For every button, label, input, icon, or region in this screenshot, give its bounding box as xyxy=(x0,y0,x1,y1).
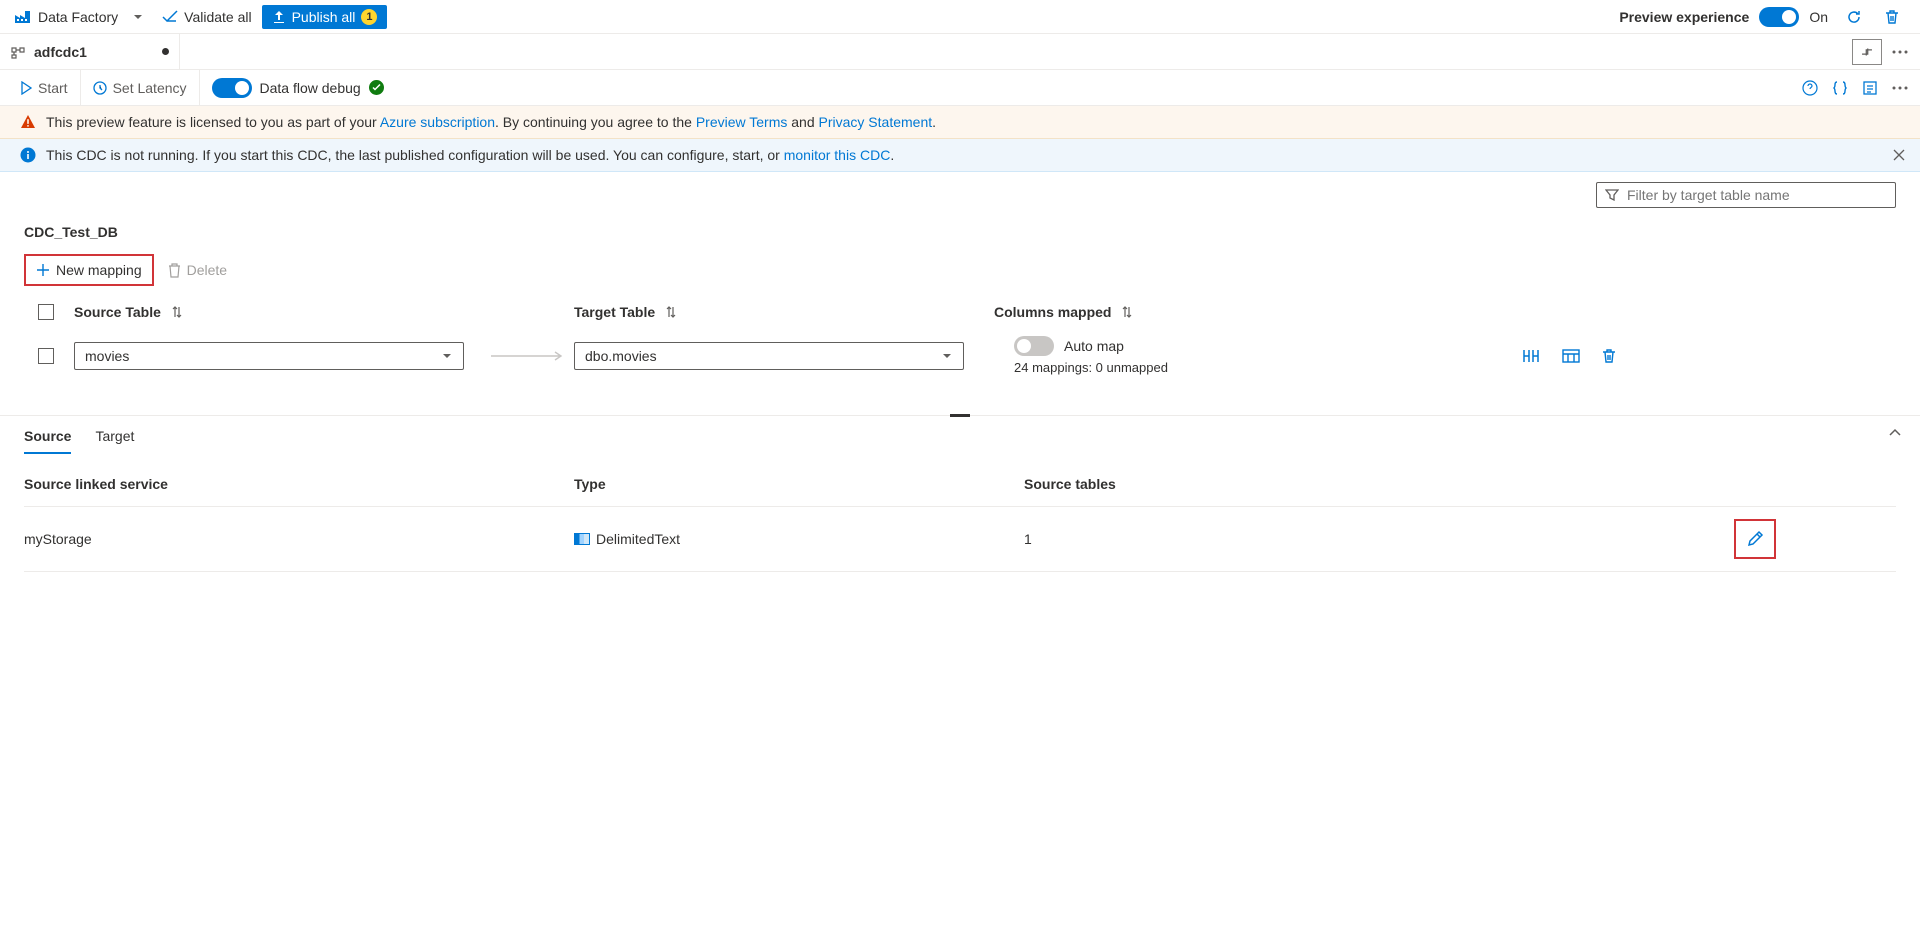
info-text: This CDC is not running. If you start th… xyxy=(46,147,894,163)
json-button[interactable] xyxy=(1832,80,1848,96)
action-more-button[interactable] xyxy=(1892,86,1908,90)
brand-label: Data Factory xyxy=(38,9,118,25)
learn-button[interactable] xyxy=(1802,80,1818,96)
azure-subscription-link[interactable]: Azure subscription xyxy=(380,114,495,130)
publish-all-button[interactable]: Publish all 1 xyxy=(262,5,388,29)
data-preview-button[interactable] xyxy=(1562,349,1580,363)
filter-input[interactable] xyxy=(1596,182,1896,208)
checkmark-icon xyxy=(162,10,178,24)
delete-label: Delete xyxy=(187,262,227,278)
collapse-panel-button[interactable] xyxy=(1852,39,1882,65)
auto-map-label: Auto map xyxy=(1064,338,1124,354)
preview-experience-state: On xyxy=(1809,9,1828,25)
source-linked-service-header: Source linked service xyxy=(24,476,574,492)
warning-text: This preview feature is licensed to you … xyxy=(46,114,936,130)
factory-icon xyxy=(14,9,32,25)
mapping-row: movies dbo.movies Auto map 24 mappings: … xyxy=(24,336,1896,375)
publish-all-label: Publish all xyxy=(292,9,356,25)
source-tab[interactable]: Source xyxy=(24,428,71,454)
start-label: Start xyxy=(38,80,68,96)
preview-terms-link[interactable]: Preview Terms xyxy=(696,114,788,130)
monitor-cdc-link[interactable]: monitor this CDC xyxy=(784,147,891,163)
source-tables-count: 1 xyxy=(1024,531,1384,547)
mapped-column-header: Columns mapped xyxy=(994,304,1111,320)
source-linked-service-value: myStorage xyxy=(24,531,574,547)
debug-status-ok-icon xyxy=(369,80,384,95)
source-table-header: Source linked service Type Source tables xyxy=(24,476,1896,507)
preview-warning-banner: This preview feature is licensed to you … xyxy=(0,106,1920,139)
delete-row-button[interactable] xyxy=(1602,348,1616,364)
brand: Data Factory xyxy=(8,9,124,25)
mapping-arrow-icon xyxy=(484,350,574,362)
source-tables-header: Source tables xyxy=(1024,476,1384,492)
source-type-header: Type xyxy=(574,476,1024,492)
trash-icon xyxy=(168,263,181,278)
select-all-checkbox[interactable] xyxy=(38,304,54,320)
database-title: CDC_Test_DB xyxy=(24,224,1896,240)
column-mapping-button[interactable] xyxy=(1522,348,1540,364)
target-tab[interactable]: Target xyxy=(95,428,134,454)
data-flow-debug-toggle[interactable] xyxy=(212,78,252,98)
target-table-select[interactable]: dbo.movies xyxy=(574,342,964,370)
preview-experience-toggle[interactable] xyxy=(1759,7,1799,27)
filter-input-field[interactable] xyxy=(1627,187,1887,203)
new-mapping-button[interactable]: New mapping xyxy=(24,254,154,286)
collapse-bottom-button[interactable] xyxy=(1888,428,1902,438)
delete-button: Delete xyxy=(168,262,227,278)
preview-experience-label: Preview experience xyxy=(1619,9,1749,25)
source-table-select[interactable]: movies xyxy=(74,342,464,370)
plus-icon xyxy=(36,263,50,277)
source-column-header: Source Table xyxy=(74,304,161,320)
source-table-value: movies xyxy=(85,348,129,364)
brand-dropdown[interactable] xyxy=(124,11,152,23)
target-column-header: Target Table xyxy=(574,304,655,320)
discard-button[interactable] xyxy=(1878,3,1906,31)
sort-source-button[interactable] xyxy=(171,305,183,319)
start-button[interactable]: Start xyxy=(8,70,81,105)
warning-icon xyxy=(20,114,36,130)
dismiss-info-button[interactable] xyxy=(1892,148,1906,162)
cdc-info-banner: This CDC is not running. If you start th… xyxy=(0,139,1920,172)
play-icon xyxy=(20,81,32,95)
data-flow-debug-label: Data flow debug xyxy=(260,80,361,96)
sort-target-button[interactable] xyxy=(665,305,677,319)
tab-more-button[interactable] xyxy=(1886,50,1914,54)
publish-count-badge: 1 xyxy=(361,9,377,25)
mapping-summary: 24 mappings: 0 unmapped xyxy=(1014,360,1168,375)
unsaved-indicator-icon xyxy=(162,48,169,55)
resource-tab[interactable]: adfcdc1 xyxy=(0,34,180,69)
new-mapping-label: New mapping xyxy=(56,262,142,278)
validate-all-label: Validate all xyxy=(184,9,251,25)
resource-tab-label: adfcdc1 xyxy=(34,44,87,60)
filter-icon xyxy=(1605,189,1619,201)
refresh-button[interactable] xyxy=(1840,3,1868,31)
chevron-down-icon xyxy=(441,351,453,361)
privacy-statement-link[interactable]: Privacy Statement xyxy=(819,114,933,130)
info-icon xyxy=(20,147,36,163)
upload-icon xyxy=(272,10,286,24)
row-checkbox[interactable] xyxy=(38,348,54,364)
source-row: myStorage DelimitedText 1 xyxy=(24,507,1896,572)
sort-mapped-button[interactable] xyxy=(1121,305,1133,319)
source-type-value: DelimitedText xyxy=(596,531,680,547)
set-latency-button[interactable]: Set Latency xyxy=(81,70,200,105)
validate-all-button[interactable]: Validate all xyxy=(152,9,261,25)
clock-icon xyxy=(93,81,107,95)
chevron-down-icon xyxy=(941,351,953,361)
set-latency-label: Set Latency xyxy=(113,80,187,96)
properties-button[interactable] xyxy=(1862,80,1878,96)
edit-source-button[interactable] xyxy=(1734,519,1776,559)
auto-map-toggle[interactable] xyxy=(1014,336,1054,356)
cdc-resource-icon xyxy=(10,45,26,59)
target-table-value: dbo.movies xyxy=(585,348,657,364)
delimited-text-icon xyxy=(574,533,590,545)
